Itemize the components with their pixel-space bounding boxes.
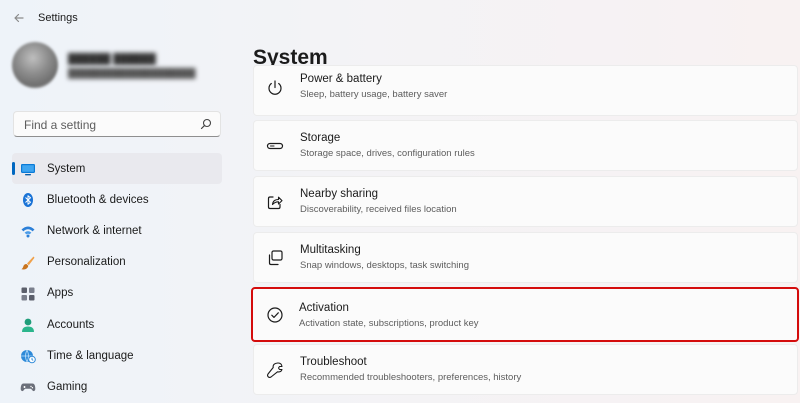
card-title: Power & battery <box>300 73 382 85</box>
card-subtitle: Storage space, drives, configuration rul… <box>300 148 475 159</box>
back-arrow-icon <box>14 13 24 23</box>
user-email-blurred: ████████████████████ <box>68 68 196 78</box>
card-activation[interactable]: Activation Activation state, subscriptio… <box>251 287 799 342</box>
search-box[interactable] <box>13 111 221 137</box>
apps-icon <box>20 286 36 302</box>
card-title: Troubleshoot <box>300 356 367 368</box>
card-multitasking[interactable]: Multitasking Snap windows, desktops, tas… <box>253 232 798 283</box>
sidebar-item-accounts[interactable]: Accounts <box>12 309 222 340</box>
sidebar-item-label: System <box>47 162 86 175</box>
sidebar-item-label: Gaming <box>47 380 88 393</box>
card-title: Storage <box>300 132 341 144</box>
monitor-icon <box>20 161 36 177</box>
user-name-blurred: ██████ ██████ <box>68 54 156 65</box>
power-icon <box>266 79 284 97</box>
card-title: Nearby sharing <box>300 188 378 200</box>
sidebar-item-label: Personalization <box>47 256 126 269</box>
card-nearby-sharing[interactable]: Nearby sharing Discoverability, received… <box>253 176 798 227</box>
card-subtitle: Activation state, subscriptions, product… <box>299 318 479 329</box>
person-icon <box>20 317 36 333</box>
brush-icon <box>20 255 36 271</box>
sidebar-item-apps[interactable]: Apps <box>12 278 222 309</box>
gamepad-icon <box>20 379 36 395</box>
multitasking-icon <box>266 249 284 267</box>
check-circle-icon <box>266 306 284 324</box>
wrench-icon <box>266 361 284 379</box>
card-subtitle: Recommended troubleshooters, preferences… <box>300 372 522 383</box>
card-subtitle: Discoverability, received files location <box>300 204 457 215</box>
title-bar: Settings <box>0 0 800 36</box>
sidebar-item-gaming[interactable]: Gaming <box>12 371 222 402</box>
card-title: Multitasking <box>300 244 361 256</box>
app-title: Settings <box>38 12 78 24</box>
avatar <box>12 42 58 88</box>
globe-clock-icon <box>20 348 36 364</box>
sidebar-item-network[interactable]: Network & internet <box>12 215 222 246</box>
sidebar-item-label: Bluetooth & devices <box>47 193 149 206</box>
user-profile[interactable]: ██████ ██████ ████████████████████ <box>12 42 227 90</box>
card-subtitle: Snap windows, desktops, task switching <box>300 260 469 271</box>
sidebar-item-bluetooth[interactable]: Bluetooth & devices <box>12 184 222 215</box>
back-button[interactable] <box>8 7 30 29</box>
sidebar-item-label: Accounts <box>47 318 95 331</box>
card-troubleshoot[interactable]: Troubleshoot Recommended troubleshooters… <box>253 344 798 395</box>
wifi-icon <box>20 223 36 239</box>
share-icon <box>266 193 284 211</box>
sidebar-item-personalization[interactable]: Personalization <box>12 247 222 278</box>
card-power-battery[interactable]: Power & battery Sleep, battery usage, ba… <box>253 65 798 116</box>
card-subtitle: Sleep, battery usage, battery saver <box>300 89 448 100</box>
card-title: Activation <box>299 302 349 314</box>
sidebar-item-label: Network & internet <box>47 224 142 237</box>
sidebar-item-label: Apps <box>47 287 74 300</box>
search-input[interactable] <box>22 116 196 134</box>
card-storage[interactable]: Storage Storage space, drives, configura… <box>253 120 798 171</box>
search-icon[interactable] <box>200 118 212 130</box>
sidebar-nav: System Bluetooth & devices Network & int… <box>12 153 222 403</box>
sidebar-item-label: Time & language <box>47 349 134 362</box>
bluetooth-icon <box>20 192 36 208</box>
sidebar-item-system[interactable]: System <box>12 153 222 185</box>
sidebar-item-time-language[interactable]: Time & language <box>12 340 222 371</box>
storage-icon <box>266 137 284 155</box>
